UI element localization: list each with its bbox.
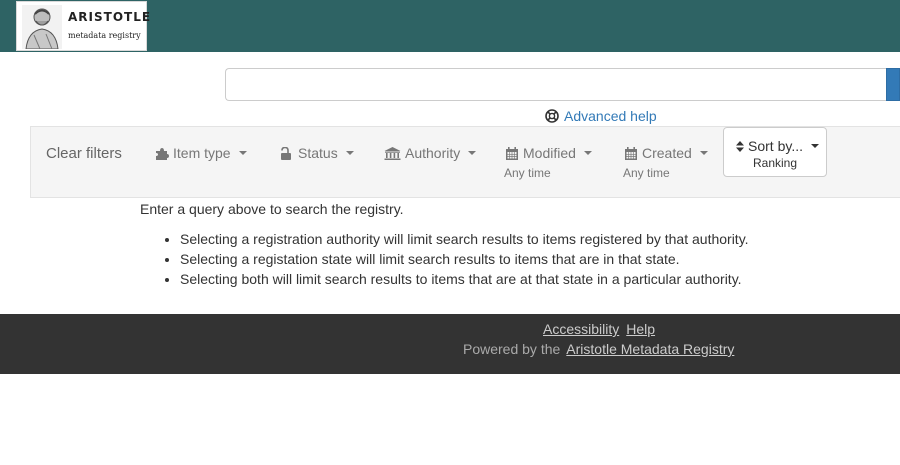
status-dropdown[interactable]: Status (280, 145, 354, 161)
help-link[interactable]: Help (626, 321, 655, 337)
powered-by: Powered by the Aristotle Metadata Regist… (463, 341, 734, 357)
list-item: Selecting a registration authority will … (180, 231, 749, 251)
item-type-label: Item type (173, 145, 231, 161)
sort-by-value: Ranking (752, 156, 798, 170)
caret-down-icon (238, 151, 247, 155)
modified-range: Any time (504, 166, 551, 180)
status-label: Status (298, 145, 338, 161)
advanced-help[interactable]: Advanced help (545, 108, 657, 124)
search-input[interactable] (225, 68, 887, 101)
accessibility-link[interactable]: Accessibility (543, 321, 619, 337)
caret-down-icon (345, 151, 354, 155)
calendar-icon (506, 146, 518, 160)
search-button[interactable] (886, 68, 900, 101)
search-tips: Selecting a registration authority will … (180, 231, 749, 291)
sort-by-top: Sort by... (736, 138, 819, 154)
authority-dropdown[interactable]: Authority (384, 145, 477, 161)
aristotle-logo[interactable]: ARISTOTLE metadata registry (16, 1, 150, 51)
sort-by-label: Sort by... (748, 138, 803, 154)
statue-icon (22, 5, 62, 49)
logo-title: ARISTOTLE (68, 10, 152, 24)
puzzle-icon (156, 147, 169, 160)
filter-bar: Clear filters Item type Status Authority (30, 126, 900, 198)
created-label: Created (642, 145, 692, 161)
institution-icon (384, 146, 401, 160)
calendar-icon (625, 146, 637, 160)
clear-filters-link[interactable]: Clear filters (46, 145, 122, 162)
powered-by-text: Powered by the (463, 341, 561, 357)
item-type-dropdown[interactable]: Item type (155, 145, 247, 161)
caret-down-icon (699, 151, 708, 155)
logo-subtitle: metadata registry (68, 31, 141, 40)
sort-by-button[interactable]: Sort by... Ranking (723, 127, 827, 177)
list-item: Selecting a registation state will limit… (180, 251, 749, 271)
lifebuoy-icon (545, 109, 559, 123)
caret-down-icon (810, 144, 819, 148)
created-dropdown[interactable]: Created (624, 145, 708, 161)
registry-link[interactable]: Aristotle Metadata Registry (566, 341, 734, 357)
modified-label: Modified (523, 145, 576, 161)
advanced-help-link[interactable]: Advanced help (564, 108, 657, 124)
modified-dropdown[interactable]: Modified (505, 145, 592, 161)
unlock-icon (281, 146, 291, 160)
caret-down-icon (583, 151, 592, 155)
search-intro: Enter a query above to search the regist… (140, 201, 404, 217)
authority-label: Authority (405, 145, 461, 161)
created-range: Any time (623, 166, 670, 180)
footer-links: Accessibility Help (543, 321, 655, 337)
top-navbar: ARISTOTLE metadata registry (0, 0, 900, 52)
sort-icon (736, 140, 744, 152)
caret-down-icon (468, 151, 477, 155)
list-item: Selecting both will limit search results… (180, 271, 749, 291)
footer: Accessibility Help Powered by the Aristo… (0, 314, 900, 374)
